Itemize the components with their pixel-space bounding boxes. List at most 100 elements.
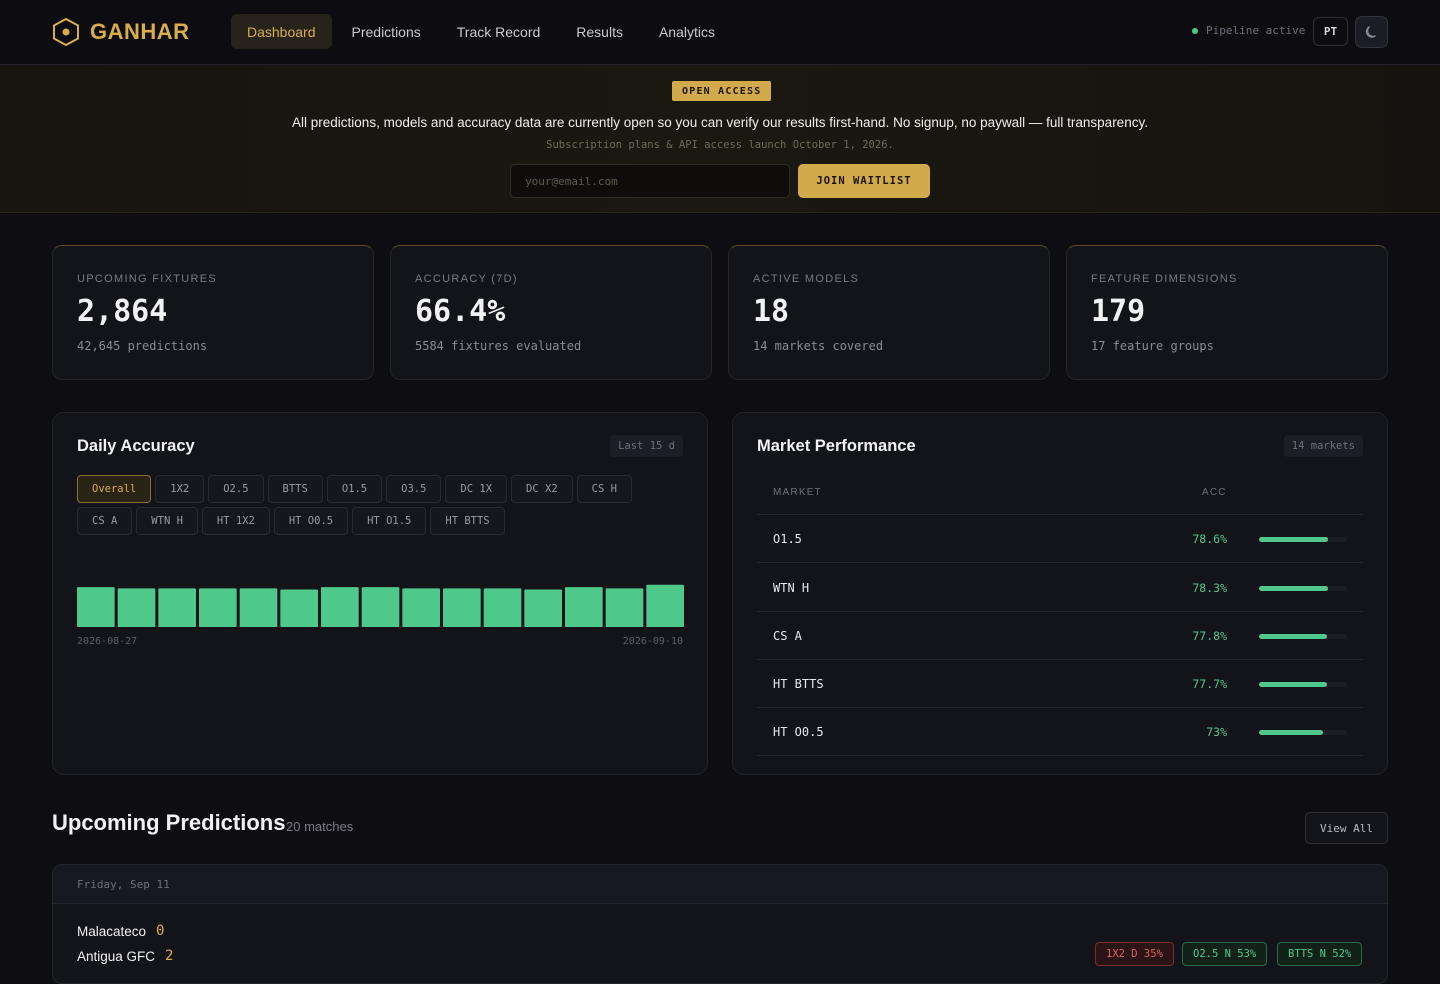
- accuracy-bar-2026-09-10[interactable]: [646, 584, 684, 627]
- nav-predictions[interactable]: Predictions: [336, 14, 437, 49]
- chip-cs-a[interactable]: CS A: [77, 507, 133, 535]
- stat-label: ACCURACY (7D): [415, 273, 518, 285]
- accuracy-bar-2026-09-05[interactable]: [443, 588, 481, 627]
- team-name: Antigua GFC: [77, 948, 156, 964]
- home-team[interactable]: Malacateco 0: [77, 923, 164, 939]
- accuracy-bar-2026-08-28[interactable]: [117, 588, 156, 627]
- chip-ht-o0-5[interactable]: HT O0.5: [273, 507, 349, 535]
- accuracy-bar-2026-09-07[interactable]: [524, 589, 562, 627]
- nav-analytics[interactable]: Analytics: [643, 14, 731, 49]
- away-team[interactable]: Antigua GFC 2: [77, 948, 173, 964]
- daily-accuracy-panel: Daily Accuracy Last 15 d Overall 1X2 O2.…: [52, 412, 708, 775]
- stat-subtext: 17 feature groups: [1091, 339, 1214, 353]
- chip-ht-o1-5[interactable]: HT O1.5: [352, 507, 427, 535]
- market-accuracy: 73%: [1206, 725, 1227, 739]
- upcoming-predictions-list: Friday, Sep 11 Malacateco 0 Antigua GFC …: [52, 864, 1388, 984]
- table-row[interactable]: CS A 77.8%: [757, 612, 1363, 660]
- chip-cs-h[interactable]: CS H: [576, 475, 632, 503]
- banner-subtext: Subscription plans & API access launch O…: [546, 139, 894, 151]
- stat-value: 18: [753, 294, 790, 329]
- accuracy-bar-2026-08-30[interactable]: [199, 588, 237, 627]
- panel-title: Daily Accuracy: [77, 437, 195, 455]
- column-header-acc: ACC: [1202, 487, 1227, 498]
- market-filter-chips: Overall 1X2 O2.5 BTTS O1.5 O3.5 DC 1X DC…: [77, 475, 687, 535]
- language-toggle[interactable]: PT: [1313, 17, 1348, 46]
- stat-label: FEATURE DIMENSIONS: [1091, 273, 1238, 285]
- join-waitlist-button[interactable]: JOIN WAITLIST: [798, 164, 930, 198]
- accuracy-bar-2026-09-04[interactable]: [402, 588, 440, 627]
- chip-o2-5[interactable]: O2.5: [208, 475, 264, 503]
- prediction-tag[interactable]: 1X2 D 35%: [1095, 942, 1174, 966]
- accuracy-bar-2026-09-01[interactable]: [280, 589, 318, 627]
- accuracy-bar-2026-08-29[interactable]: [158, 588, 196, 627]
- chip-dc-x2[interactable]: DC X2: [511, 475, 573, 503]
- chip-o1-5[interactable]: O1.5: [326, 475, 383, 503]
- market-name: CS A: [773, 629, 802, 643]
- daily-accuracy-chart: [77, 553, 684, 627]
- open-access-badge: OPEN ACCESS: [672, 81, 772, 101]
- accuracy-bar-fill: [1259, 537, 1329, 542]
- nav-track-record[interactable]: Track Record: [441, 14, 557, 49]
- open-access-banner: OPEN ACCESS All predictions, models and …: [0, 65, 1440, 213]
- accuracy-bar-2026-09-02[interactable]: [321, 587, 359, 627]
- accuracy-bar-2026-09-06[interactable]: [483, 588, 522, 627]
- status-dot-icon: [1192, 27, 1198, 34]
- day-header: Friday, Sep 11: [53, 865, 1387, 904]
- market-table-header: MARKET ACC: [757, 487, 1363, 515]
- market-name: HT BTTS: [773, 677, 824, 691]
- view-all-button[interactable]: View All: [1305, 812, 1388, 844]
- prediction-tag[interactable]: BTTS N 52%: [1277, 942, 1363, 966]
- team-score: 2: [165, 948, 174, 964]
- chip-wtn-h[interactable]: WTN H: [136, 507, 198, 535]
- brand-logo[interactable]: GANHAR: [52, 17, 190, 47]
- range-badge: Last 15 d: [610, 435, 683, 457]
- chip-ht-btts[interactable]: HT BTTS: [430, 507, 505, 535]
- panel-title: Market Performance: [757, 437, 916, 455]
- nav-dashboard[interactable]: Dashboard: [231, 14, 332, 49]
- market-name: HT O0.5: [773, 725, 824, 739]
- accuracy-bar: [1259, 730, 1347, 735]
- market-accuracy: 77.7%: [1192, 677, 1227, 691]
- theme-toggle-button[interactable]: [1355, 16, 1388, 48]
- accuracy-bar-fill: [1259, 634, 1328, 639]
- pipeline-status: Pipeline active: [1192, 24, 1305, 37]
- market-name: O1.5: [773, 532, 802, 546]
- accuracy-bar: [1259, 634, 1347, 639]
- stat-value: 66.4%: [415, 294, 506, 329]
- stat-subtext: 14 markets covered: [753, 339, 884, 353]
- market-performance-panel: Market Performance 14 markets MARKET ACC…: [732, 412, 1388, 775]
- chip-dc-1x[interactable]: DC 1X: [445, 475, 508, 503]
- accuracy-bar: [1259, 586, 1347, 591]
- accuracy-bar-2026-09-09[interactable]: [605, 588, 644, 627]
- accuracy-bar-2026-08-27[interactable]: [77, 587, 115, 627]
- accuracy-bar-2026-08-31[interactable]: [239, 588, 278, 627]
- table-row[interactable]: HT O0.5 73%: [757, 708, 1363, 756]
- market-accuracy: 77.8%: [1192, 629, 1227, 643]
- chip-1x2[interactable]: 1X2: [155, 475, 205, 503]
- chip-o3-5[interactable]: O3.5: [386, 475, 442, 503]
- prediction-tag[interactable]: O2.5 N 53%: [1182, 942, 1268, 966]
- markets-count-badge: 14 markets: [1283, 435, 1363, 457]
- stat-value: 179: [1091, 294, 1146, 329]
- accuracy-bar-2026-09-08[interactable]: [565, 587, 603, 627]
- table-row[interactable]: O1.5 78.6%: [757, 515, 1363, 563]
- team-name: Malacateco: [77, 923, 147, 939]
- waitlist-email-input[interactable]: [510, 164, 790, 198]
- accuracy-bar-fill: [1259, 730, 1324, 735]
- nav-results[interactable]: Results: [560, 14, 639, 49]
- market-accuracy: 78.3%: [1192, 581, 1227, 595]
- brand-name: GANHAR: [90, 19, 190, 44]
- table-row[interactable]: WTN H 78.3%: [757, 564, 1363, 612]
- accuracy-bar: [1259, 537, 1347, 542]
- stat-card-upcoming-fixtures: UPCOMING FIXTURES 2,864 42,645 predictio…: [52, 245, 374, 380]
- accuracy-bar-2026-09-03[interactable]: [361, 587, 400, 627]
- chip-ht-1x2[interactable]: HT 1X2: [201, 507, 270, 535]
- table-row[interactable]: HT BTTS 77.7%: [757, 660, 1363, 708]
- market-accuracy: 78.6%: [1192, 532, 1227, 546]
- accuracy-bar: [1259, 682, 1347, 687]
- chip-overall[interactable]: Overall: [77, 475, 152, 503]
- stat-card-accuracy: ACCURACY (7D) 66.4% 5584 fixtures evalua…: [390, 245, 712, 380]
- stat-card-feature-dimensions: FEATURE DIMENSIONS 179 17 feature groups: [1066, 245, 1388, 380]
- chip-btts[interactable]: BTTS: [267, 475, 323, 503]
- stat-subtext: 5584 fixtures evaluated: [415, 339, 582, 353]
